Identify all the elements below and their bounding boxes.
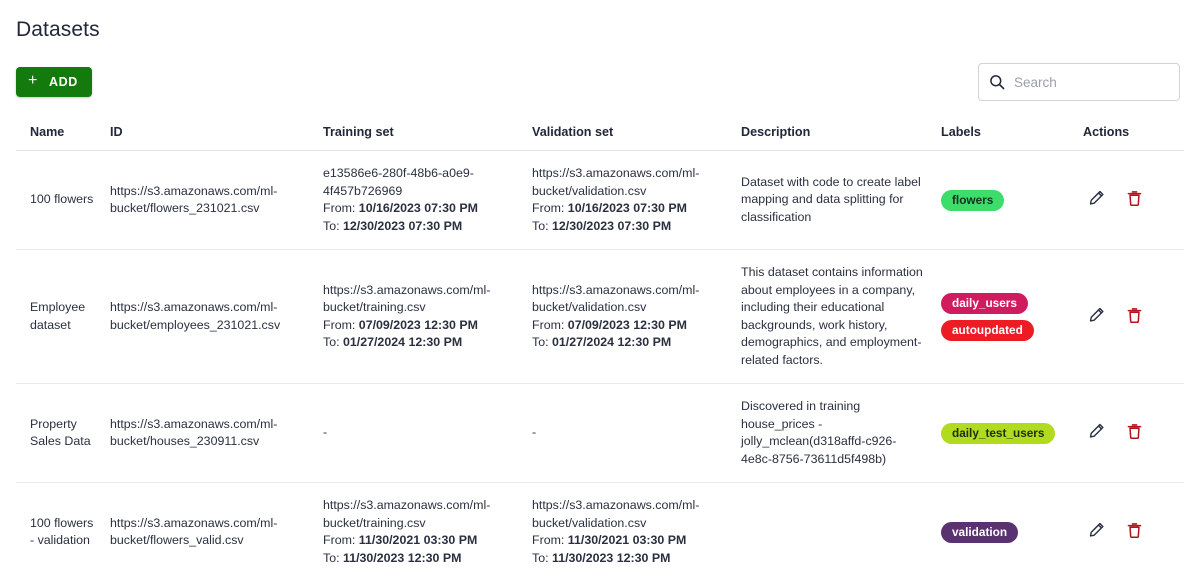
cell-training-set-uri: e13586e6-280f-48b6-a0e9-4f457b726969 — [323, 166, 474, 198]
column-header-actions: Actions — [1083, 125, 1184, 151]
cell-training-set-to: To: 11/30/2023 12:30 PM — [323, 550, 462, 565]
column-header-validation-set: Validation set — [532, 125, 741, 151]
delete-icon — [1125, 306, 1144, 328]
search-input[interactable] — [1014, 74, 1169, 90]
delete-row-button[interactable] — [1121, 519, 1147, 545]
cell-validation-set-from: From: 07/09/2023 12:30 PM — [532, 317, 687, 332]
cell-validation-set: https://s3.amazonaws.com/ml-bucket/valid… — [532, 150, 741, 250]
cell-training-set: https://s3.amazonaws.com/ml-bucket/train… — [323, 482, 532, 576]
cell-actions — [1083, 482, 1184, 576]
cell-training-set-uri: https://s3.amazonaws.com/ml-bucket/train… — [323, 282, 491, 315]
cell-validation-set-from: From: 11/30/2021 03:30 PM — [532, 533, 687, 547]
edit-icon — [1087, 422, 1106, 444]
cell-name: 100 flowers - validation — [16, 482, 110, 576]
label-pill: daily_test_users — [941, 422, 1056, 444]
label-pill: validation — [941, 521, 1019, 543]
edit-row-button[interactable] — [1083, 420, 1109, 446]
cell-validation-set-from: From: 10/16/2023 07:30 PM — [532, 201, 687, 215]
table-header-row: Name ID Training set Validation set Desc… — [16, 125, 1184, 151]
table-row: Property Sales Data https://s3.amazonaws.… — [16, 383, 1184, 483]
cell-validation-set-to: To: 01/27/2024 12:30 PM — [532, 335, 672, 349]
table-header: Name ID Training set Validation set Desc… — [16, 125, 1184, 151]
delete-icon — [1125, 422, 1144, 444]
edit-icon — [1087, 521, 1106, 543]
column-header-id: ID — [110, 125, 323, 151]
cell-validation-set: - — [532, 383, 741, 483]
label-pill: flowers — [941, 189, 1005, 211]
cell-validation-set: https://s3.amazonaws.com/ml-bucket/valid… — [532, 482, 741, 576]
cell-validation-set-to: To: 12/30/2023 07:30 PM — [532, 218, 672, 233]
cell-training-set-from: From: 10/16/2023 07:30 PM — [323, 201, 478, 215]
cell-actions — [1083, 383, 1184, 483]
plus-icon: + — [28, 72, 38, 89]
label-pill: autoupdated — [941, 319, 1034, 341]
edit-icon — [1087, 189, 1106, 211]
cell-actions — [1083, 150, 1184, 250]
cell-labels: daily_test_users — [941, 383, 1083, 483]
cell-id: https://s3.amazonaws.com/ml-bucket/house… — [110, 383, 323, 483]
cell-training-set-to: To: 12/30/2023 07:30 PM — [323, 218, 463, 233]
cell-description: Discovered in training house_prices - jo… — [741, 383, 941, 483]
table-row: 100 flowers https://s3.amazonaws.com/ml-b… — [16, 150, 1184, 250]
delete-row-button[interactable] — [1121, 187, 1147, 213]
add-button[interactable]: + ADD — [16, 67, 92, 97]
cell-validation-set-uri: https://s3.amazonaws.com/ml-bucket/valid… — [532, 282, 700, 315]
column-header-training-set: Training set — [323, 125, 532, 151]
cell-training-set: - — [323, 383, 532, 483]
cell-name: Property Sales Data — [16, 383, 110, 483]
table-row: Employee dataset https://s3.amazonaws.com… — [16, 249, 1184, 384]
delete-icon — [1125, 189, 1144, 211]
datasets-table: Name ID Training set Validation set Desc… — [16, 125, 1184, 576]
cell-labels: validation — [941, 482, 1083, 576]
label-pill: daily_users — [941, 292, 1028, 314]
cell-id: https://s3.amazonaws.com/ml-bucket/flowe… — [110, 150, 323, 250]
cell-validation-set-uri: https://s3.amazonaws.com/ml-bucket/valid… — [532, 498, 700, 530]
datasets-page: Datasets + ADD Name ID Training set — [0, 0, 1200, 576]
cell-validation-set: https://s3.amazonaws.com/ml-bucket/valid… — [532, 249, 741, 384]
column-header-labels: Labels — [941, 125, 1083, 151]
cell-labels: daily_users autoupdated — [941, 249, 1083, 384]
table-body: 100 flowers https://s3.amazonaws.com/ml-b… — [16, 150, 1184, 576]
search-box[interactable] — [978, 63, 1180, 101]
edit-row-button[interactable] — [1083, 304, 1109, 330]
datasets-toolbar: + ADD — [16, 63, 1184, 121]
column-header-name: Name — [16, 125, 110, 151]
cell-description: This dataset contains information about … — [741, 249, 941, 384]
cell-name: Employee dataset — [16, 249, 110, 384]
cell-id: https://s3.amazonaws.com/ml-bucket/emplo… — [110, 249, 323, 384]
cell-training-set-to: To: 01/27/2024 12:30 PM — [323, 335, 463, 349]
cell-training-set-from: From: 07/09/2023 12:30 PM — [323, 317, 478, 332]
cell-description: Dataset with code to create label mappin… — [741, 150, 941, 250]
page-title: Datasets — [16, 18, 100, 41]
delete-row-button[interactable] — [1121, 304, 1147, 330]
edit-row-button[interactable] — [1083, 187, 1109, 213]
edit-row-button[interactable] — [1083, 519, 1109, 545]
cell-id: https://s3.amazonaws.com/ml-bucket/flowe… — [110, 482, 323, 576]
cell-name: 100 flowers — [16, 150, 110, 250]
column-header-description: Description — [741, 125, 941, 151]
cell-actions — [1083, 249, 1184, 384]
search-icon — [989, 74, 1005, 90]
cell-training-set-from: From: 11/30/2021 03:30 PM — [323, 533, 478, 547]
cell-validation-set-uri: - — [532, 425, 537, 440]
cell-validation-set-to: To: 11/30/2023 12:30 PM — [532, 550, 671, 565]
table-row: 100 flowers - validation https://s3.amazo… — [16, 482, 1184, 576]
cell-training-set: https://s3.amazonaws.com/ml-bucket/train… — [323, 249, 532, 384]
cell-training-set-uri: - — [323, 425, 328, 440]
cell-validation-set-uri: https://s3.amazonaws.com/ml-bucket/valid… — [532, 166, 700, 198]
cell-labels: flowers — [941, 150, 1083, 250]
cell-description — [741, 482, 941, 576]
delete-row-button[interactable] — [1121, 420, 1147, 446]
delete-icon — [1125, 521, 1144, 543]
edit-icon — [1087, 306, 1106, 328]
cell-training-set: e13586e6-280f-48b6-a0e9-4f457b726969 From… — [323, 150, 532, 250]
add-button-label: ADD — [48, 75, 78, 89]
cell-training-set-uri: https://s3.amazonaws.com/ml-bucket/train… — [323, 498, 491, 530]
